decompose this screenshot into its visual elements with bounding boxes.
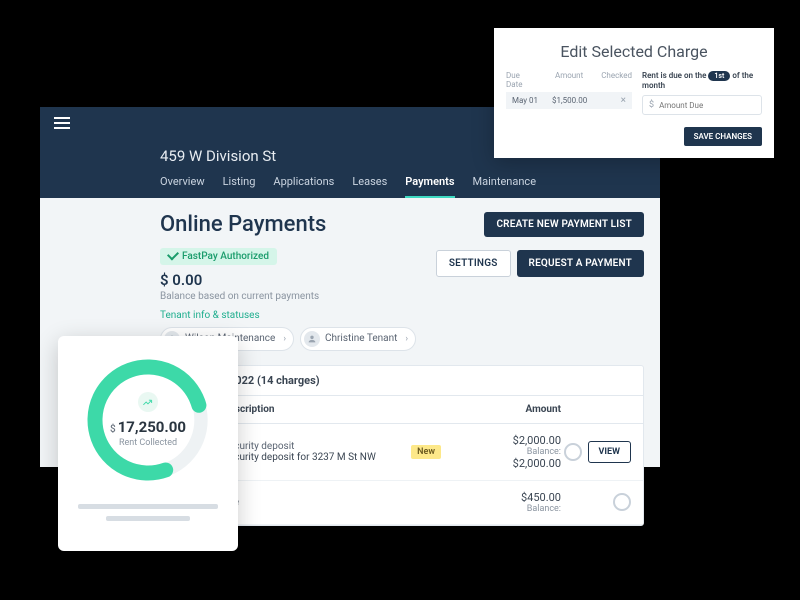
due-day-pill[interactable]: 1st — [708, 71, 730, 81]
stat-value: $17,250.00 — [110, 418, 186, 436]
row-date: May 01 — [512, 96, 538, 105]
view-button[interactable]: VIEW — [588, 441, 631, 463]
tab-maintenance[interactable]: Maintenance — [473, 175, 537, 198]
donut-chart: $17,250.00 Rent Collected — [78, 350, 218, 490]
amount-due-input[interactable] — [659, 101, 755, 110]
settings-button[interactable]: SETTINGS — [436, 250, 511, 277]
fastpay-badge: FastPay Authorized — [160, 248, 277, 265]
charge-row: May 01 $1,500.00 × — [506, 92, 632, 109]
dialog-title: Edit Selected Charge — [494, 28, 774, 71]
chevron-right-icon: › — [402, 334, 411, 344]
charge-description: Fee — [223, 497, 441, 508]
rent-collected-card: $17,250.00 Rent Collected — [58, 336, 238, 551]
charge-amount: $450.00 Balance: — [441, 491, 561, 514]
label-due-date: Due Date — [506, 71, 537, 89]
menu-icon[interactable] — [54, 117, 70, 129]
col-amount: Amount — [441, 404, 561, 415]
row-amount: $1,500.00 — [552, 96, 587, 105]
fastpay-label: FastPay Authorized — [182, 251, 269, 262]
charge-amount: $2,000.00 Balance: $2,000.00 — [441, 434, 561, 470]
dollar-icon: $ — [649, 100, 654, 110]
select-radio[interactable] — [564, 443, 582, 461]
col-description: Description — [223, 404, 441, 415]
check-icon — [167, 248, 179, 260]
tab-leases[interactable]: Leases — [352, 175, 387, 198]
save-changes-button[interactable]: SAVE CHANGES — [684, 127, 762, 146]
chevron-right-icon: › — [280, 334, 289, 344]
request-payment-button[interactable]: REQUEST A PAYMENT — [517, 250, 644, 277]
label-checked: Checked — [601, 71, 632, 89]
due-description: Rent is due on the 1st of the month — [642, 71, 762, 90]
select-radio[interactable] — [613, 493, 631, 511]
tenant-name: Christine Tenant — [325, 333, 397, 344]
tenant-chip[interactable]: Christine Tenant › — [300, 327, 416, 351]
tenant-info-link[interactable]: Tenant info & statuses — [160, 310, 644, 321]
amount-input-wrap: $ — [642, 95, 762, 115]
stat-label: Rent Collected — [110, 438, 186, 448]
create-payment-list-button[interactable]: CREATE NEW PAYMENT LIST — [484, 212, 644, 237]
tab-overview[interactable]: Overview — [160, 175, 205, 198]
tab-listing[interactable]: Listing — [223, 175, 256, 198]
edit-charge-dialog: Edit Selected Charge Due Date Amount Che… — [494, 28, 774, 158]
tab-payments[interactable]: Payments — [405, 175, 454, 198]
placeholder-bars — [78, 504, 218, 521]
remove-icon[interactable]: × — [621, 95, 626, 106]
charge-description: Security deposit Security deposit for 32… — [223, 441, 441, 463]
nav-tabs: Overview Listing Applications Leases Pay… — [160, 175, 660, 198]
trend-up-icon — [138, 392, 158, 412]
tab-applications[interactable]: Applications — [273, 175, 334, 198]
new-badge: New — [411, 445, 441, 459]
label-amount: Amount — [555, 71, 583, 89]
avatar-icon — [304, 331, 320, 347]
balance-subtitle: Balance based on current payments — [160, 291, 644, 302]
